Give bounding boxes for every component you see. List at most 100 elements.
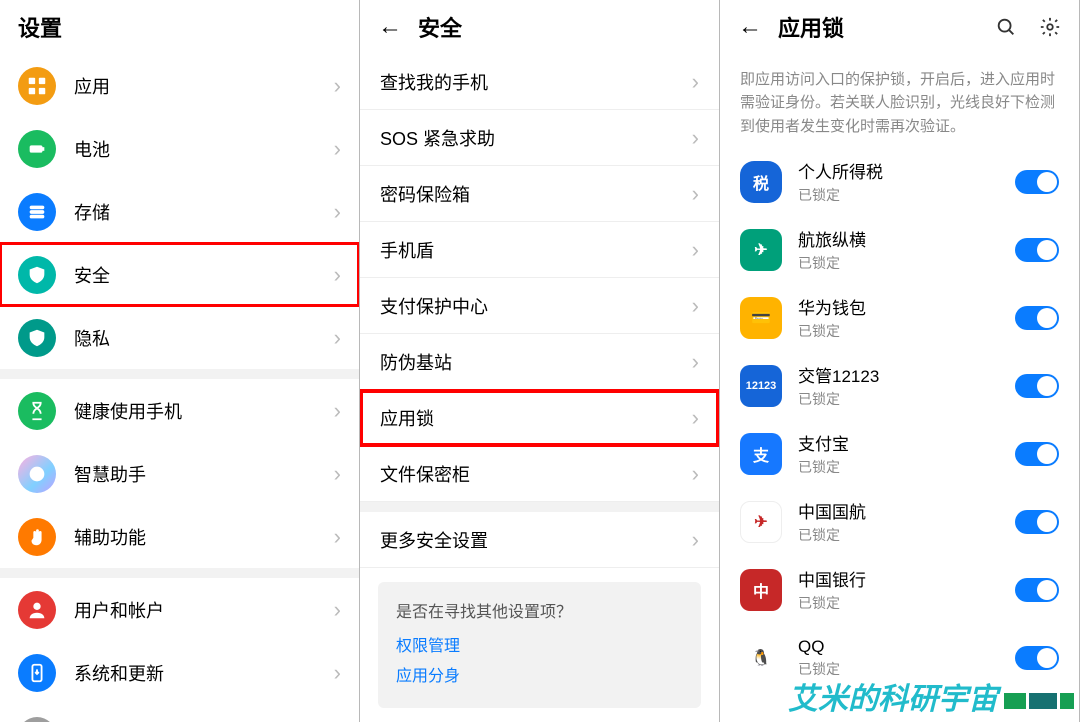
app-icon: 🐧 — [740, 637, 782, 679]
gear-icon[interactable] — [1039, 16, 1061, 38]
app-toggle[interactable] — [1015, 238, 1059, 262]
settings-item-storage[interactable]: 存储› — [0, 180, 359, 243]
app-row: ✈ 航旅纵横已锁定 — [720, 216, 1079, 284]
app-icon: 💳 — [740, 297, 782, 339]
chevron-right-icon: › — [692, 461, 699, 487]
app-row: 中中国银行已锁定 — [720, 556, 1079, 624]
settings-item-lock[interactable]: 隐私› — [0, 306, 359, 369]
app-toggle[interactable] — [1015, 646, 1059, 670]
row-label: 防伪基站 — [380, 349, 692, 375]
security-pane: ← 安全 查找我的手机›SOS 紧急求助›密码保险箱›手机盾›支付保护中心›防伪… — [360, 0, 720, 722]
row-label: 更多安全设置 — [380, 527, 692, 553]
app-icon: ✈ — [740, 229, 782, 271]
settings-header: 设置 — [0, 0, 359, 54]
row-label: 应用 — [74, 73, 334, 99]
app-row: 💳华为钱包已锁定 — [720, 284, 1079, 352]
chevron-right-icon: › — [692, 237, 699, 263]
phone-icon — [18, 717, 56, 722]
app-text: 航旅纵横已锁定 — [798, 226, 1015, 273]
app-status: 已锁定 — [798, 389, 1015, 409]
page-title: 设置 — [18, 11, 62, 43]
security-item[interactable]: 应用锁› — [360, 390, 719, 446]
app-icon: 中 — [740, 569, 782, 611]
settings-item-phone[interactable]: 关于手机› — [0, 704, 359, 722]
app-toggle[interactable] — [1015, 306, 1059, 330]
search-icon[interactable] — [995, 16, 1017, 38]
app-row: 税个人所得税已锁定 — [720, 148, 1079, 216]
chevron-right-icon: › — [692, 527, 699, 553]
update-icon — [18, 654, 56, 692]
back-icon[interactable]: ← — [738, 13, 762, 41]
security-item[interactable]: 支付保护中心› — [360, 278, 719, 334]
chevron-right-icon: › — [334, 461, 341, 487]
chevron-right-icon: › — [334, 136, 341, 162]
chevron-right-icon: › — [334, 597, 341, 623]
hint-link[interactable]: 权限管理 — [396, 632, 683, 656]
app-name: 支付宝 — [798, 430, 1015, 455]
hourglass-icon — [18, 392, 56, 430]
app-toggle[interactable] — [1015, 510, 1059, 534]
row-label: 密码保险箱 — [380, 181, 692, 207]
app-text: 中国国航已锁定 — [798, 498, 1015, 545]
person-icon — [18, 591, 56, 629]
app-name: 中国国航 — [798, 498, 1015, 523]
app-toggle[interactable] — [1015, 374, 1059, 398]
app-text: 交管12123已锁定 — [798, 362, 1015, 409]
chevron-right-icon: › — [692, 293, 699, 319]
row-label: 隐私 — [74, 325, 334, 351]
watermark: 艾米的科研宇宙 — [788, 674, 1074, 718]
app-row: ✈中国国航已锁定 — [720, 488, 1079, 556]
app-toggle[interactable] — [1015, 442, 1059, 466]
row-label: 健康使用手机 — [74, 398, 334, 424]
settings-item-battery[interactable]: 电池› — [0, 117, 359, 180]
app-name: 个人所得税 — [798, 158, 1015, 183]
settings-item-shield[interactable]: 安全› — [0, 243, 359, 306]
security-item[interactable]: 文件保密柜› — [360, 446, 719, 502]
app-icon: 12123 — [740, 365, 782, 407]
row-label: 用户和帐户 — [74, 597, 334, 623]
app-text: 中国银行已锁定 — [798, 566, 1015, 613]
app-status: 已锁定 — [798, 253, 1015, 273]
row-label: 查找我的手机 — [380, 69, 692, 95]
app-status: 已锁定 — [798, 525, 1015, 545]
battery-icon — [18, 130, 56, 168]
chevron-right-icon: › — [334, 325, 341, 351]
app-name: 中国银行 — [798, 566, 1015, 591]
applock-pane: ← 应用锁 即应用访问入口的保护锁，开启后，进入应用时需验证身份。若关联人脸识别… — [720, 0, 1080, 722]
security-item[interactable]: SOS 紧急求助› — [360, 110, 719, 166]
settings-item-hand[interactable]: 辅助功能› — [0, 505, 359, 568]
settings-item-update[interactable]: 系统和更新› — [0, 641, 359, 704]
settings-item-assistant[interactable]: 智慧助手› — [0, 442, 359, 505]
security-list: 查找我的手机›SOS 紧急求助›密码保险箱›手机盾›支付保护中心›防伪基站›应用… — [360, 54, 719, 722]
security-item[interactable]: 查找我的手机› — [360, 54, 719, 110]
app-name: 交管12123 — [798, 362, 1015, 387]
chevron-right-icon: › — [334, 524, 341, 550]
chevron-right-icon: › — [334, 199, 341, 225]
applock-description: 即应用访问入口的保护锁，开启后，进入应用时需验证身份。若关联人脸识别，光线良好下… — [720, 54, 1079, 148]
security-item[interactable]: 密码保险箱› — [360, 166, 719, 222]
row-label: 辅助功能 — [74, 524, 334, 550]
back-icon[interactable]: ← — [378, 13, 402, 41]
settings-list: 应用›电池›存储›安全›隐私›健康使用手机›智慧助手›辅助功能›用户和帐户›系统… — [0, 54, 359, 722]
settings-item-apps[interactable]: 应用› — [0, 54, 359, 117]
row-label: 应用锁 — [380, 405, 692, 431]
security-item[interactable]: 手机盾› — [360, 222, 719, 278]
app-text: 个人所得税已锁定 — [798, 158, 1015, 205]
settings-pane: 设置 应用›电池›存储›安全›隐私›健康使用手机›智慧助手›辅助功能›用户和帐户… — [0, 0, 360, 722]
security-item[interactable]: 更多安全设置› — [360, 512, 719, 568]
chevron-right-icon: › — [334, 660, 341, 686]
app-toggle[interactable] — [1015, 578, 1059, 602]
settings-item-hourglass[interactable]: 健康使用手机› — [0, 379, 359, 442]
app-status: 已锁定 — [798, 593, 1015, 613]
hint-link[interactable]: 应用分身 — [396, 662, 683, 686]
hand-icon — [18, 518, 56, 556]
app-name: QQ — [798, 637, 1015, 657]
header-actions — [995, 16, 1061, 38]
app-name: 华为钱包 — [798, 294, 1015, 319]
app-toggle[interactable] — [1015, 170, 1059, 194]
app-icon: 税 — [740, 161, 782, 203]
app-name: 航旅纵横 — [798, 226, 1015, 251]
row-label: SOS 紧急求助 — [380, 125, 692, 151]
settings-item-person[interactable]: 用户和帐户› — [0, 578, 359, 641]
security-item[interactable]: 防伪基站› — [360, 334, 719, 390]
